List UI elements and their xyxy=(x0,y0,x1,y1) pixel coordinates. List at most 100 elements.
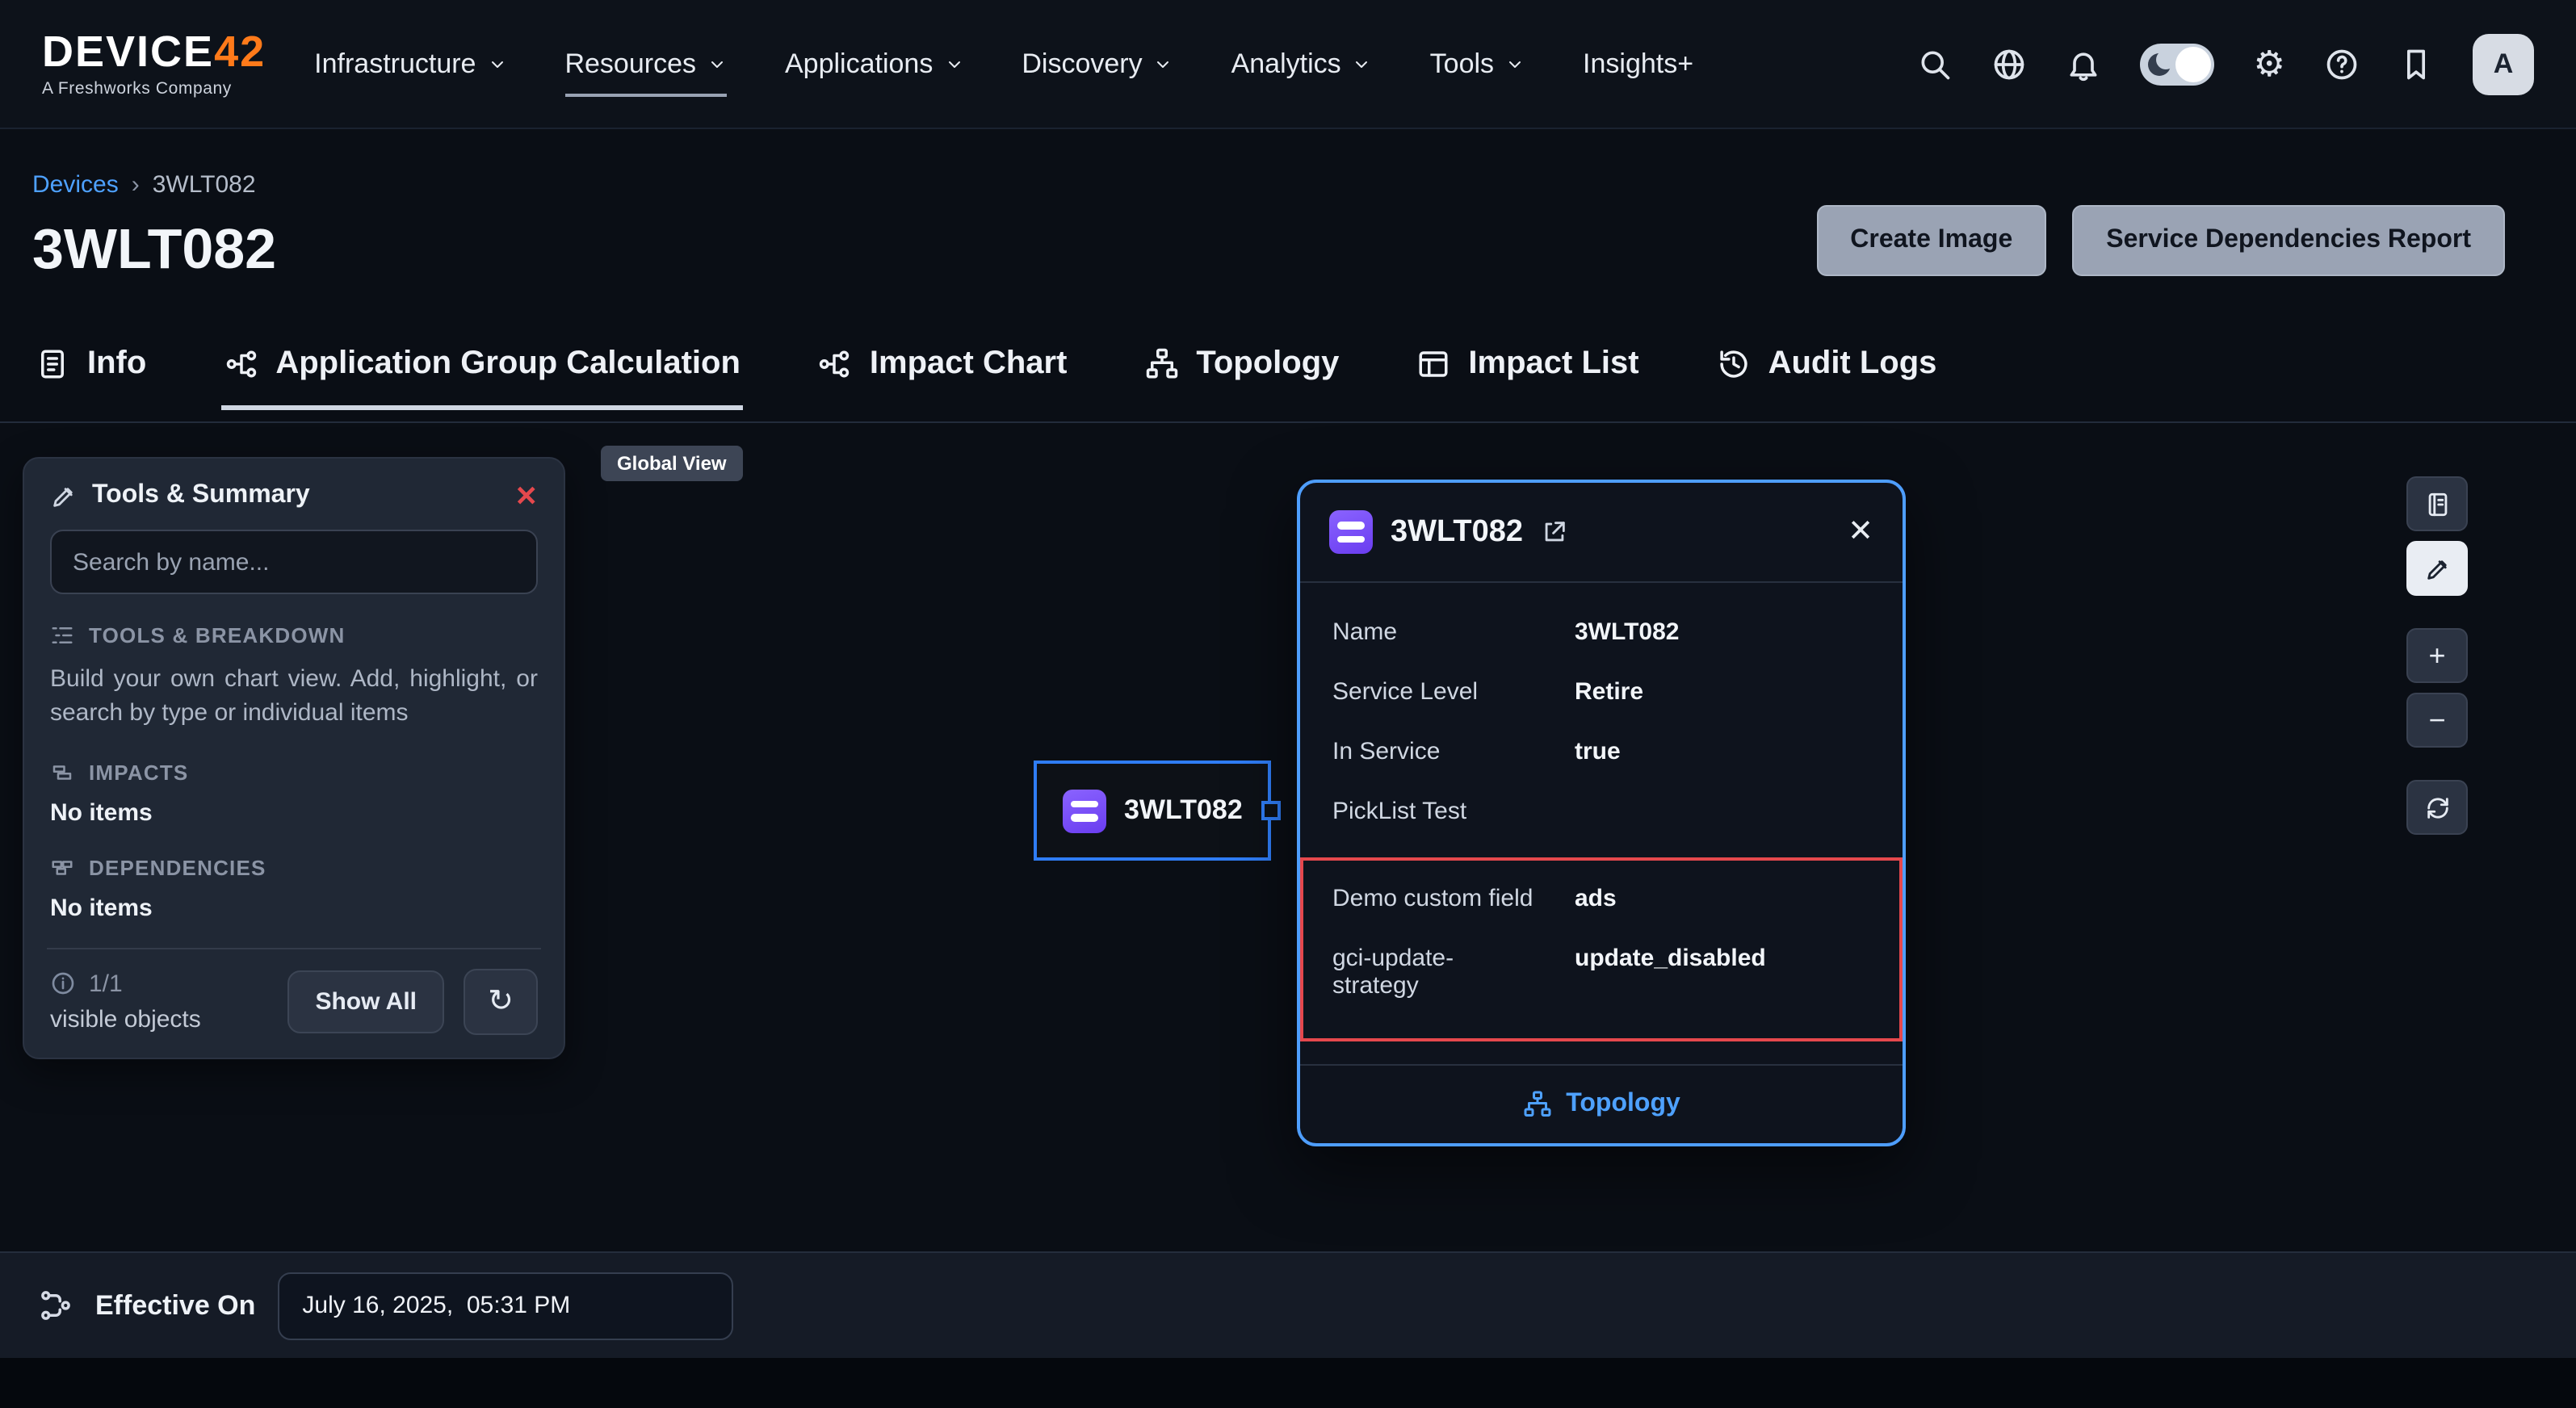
breadcrumb-devices-link[interactable]: Devices xyxy=(32,171,119,199)
spacer xyxy=(2406,757,2468,770)
tab-impact-list[interactable]: Impact List xyxy=(1413,336,1642,410)
tab-topology[interactable]: Topology xyxy=(1141,336,1342,410)
server-icon xyxy=(1329,510,1373,554)
close-icon[interactable]: ✕ xyxy=(1848,517,1873,547)
list-tree-icon xyxy=(50,623,74,647)
nav-item-resources[interactable]: Resources xyxy=(564,35,727,93)
dependencies-empty-text: No items xyxy=(50,894,538,921)
panel-title: Tools & Summary xyxy=(92,481,501,510)
chart-canvas[interactable]: Global View Tools & Summary ✕ TOOLS & BR… xyxy=(0,425,2576,1251)
search-icon[interactable] xyxy=(1918,46,1953,82)
card-header: 3WLT082 ✕ xyxy=(1300,483,1903,583)
globe-icon[interactable] xyxy=(1992,46,2028,82)
tab-impact-chart[interactable]: Impact Chart xyxy=(815,336,1071,410)
tab-audit-logs[interactable]: Audit Logs xyxy=(1714,336,1940,410)
row-label: Name xyxy=(1332,618,1575,646)
detail-row-service-level: Service Level Retire xyxy=(1300,678,1903,706)
toggle-knob xyxy=(2176,46,2212,82)
flow-icon xyxy=(39,1289,73,1322)
refresh-button[interactable]: ↻ xyxy=(464,968,538,1034)
effective-on-bar: Effective On xyxy=(0,1251,2576,1358)
global-view-badge: Global View xyxy=(601,446,743,481)
service-dependencies-report-button[interactable]: Service Dependencies Report xyxy=(2072,205,2505,276)
bell-icon[interactable] xyxy=(2066,46,2102,82)
zoom-out-button[interactable]: − xyxy=(2406,693,2468,748)
bricks-icon xyxy=(50,855,74,879)
nav-item-tools[interactable]: Tools xyxy=(1430,35,1525,93)
card-rows: Name 3WLT082 Service Level Retire In Ser… xyxy=(1300,583,1903,1048)
brand-logo[interactable]: DEVICE42 A Freshworks Company xyxy=(42,30,266,98)
device-detail-card: 3WLT082 ✕ Name 3WLT082 Service Level Ret… xyxy=(1297,480,1906,1146)
search-input[interactable] xyxy=(50,530,538,594)
nav-item-discovery[interactable]: Discovery xyxy=(1022,35,1173,93)
bookmark-icon[interactable] xyxy=(2398,46,2434,82)
dependencies-header: DEPENDENCIES xyxy=(50,855,538,879)
effective-on-datetime-input[interactable] xyxy=(278,1272,733,1339)
highlighter-icon xyxy=(2423,555,2451,582)
chevron-down-icon xyxy=(707,54,727,73)
external-link-icon[interactable] xyxy=(1541,518,1568,546)
chevron-down-icon xyxy=(487,54,506,73)
section-title: TOOLS & BREAKDOWN xyxy=(89,623,346,647)
gear-icon[interactable]: ⚙ xyxy=(2254,46,2285,82)
help-icon[interactable] xyxy=(2324,46,2360,82)
row-label: gci-update-strategy xyxy=(1332,945,1513,999)
close-icon[interactable]: ✕ xyxy=(515,482,539,509)
device-node-3wlt082[interactable]: 3WLT082 xyxy=(1034,761,1272,861)
chevron-down-icon xyxy=(1154,54,1173,73)
topology-link[interactable]: Topology xyxy=(1300,1064,1903,1143)
node-label: 3WLT082 xyxy=(1124,794,1243,827)
moon-icon xyxy=(2149,52,2171,75)
device42-app: DEVICE42 A Freshworks Company Infrastruc… xyxy=(0,0,2576,1408)
divider xyxy=(47,947,541,949)
tools-breakdown-header: TOOLS & BREAKDOWN xyxy=(50,623,538,647)
navbar-utilities: ⚙ A xyxy=(1918,33,2534,94)
book-icon xyxy=(2423,490,2451,518)
nav-label: Analytics xyxy=(1231,48,1341,80)
tab-label: Application Group Calculation xyxy=(275,346,740,383)
tools-summary-panel: Tools & Summary ✕ TOOLS & BREAKDOWN Buil… xyxy=(23,457,565,1058)
impact-chart-icon xyxy=(818,347,852,381)
effective-on-label: Effective On xyxy=(95,1289,255,1322)
panel-footer: 1/1 visible objects Show All ↻ xyxy=(50,968,538,1034)
plus-icon: + xyxy=(2428,639,2445,673)
canvas-side-toolbar: + − xyxy=(2406,476,2468,835)
nav-item-applications[interactable]: Applications xyxy=(785,35,963,93)
visible-caption: visible objects xyxy=(50,1005,268,1033)
tools-breakdown-text: Build your own chart view. Add, highligh… xyxy=(50,662,538,731)
tab-bar: Info Application Group Calculation Impac… xyxy=(0,336,2576,423)
detail-row-gci-update-strategy: gci-update-strategy update_disabled xyxy=(1332,945,1870,999)
avatar[interactable]: A xyxy=(2473,33,2534,94)
highlighter-icon xyxy=(50,482,78,509)
show-all-button[interactable]: Show All xyxy=(287,970,444,1033)
row-label: Demo custom field xyxy=(1332,885,1575,912)
theme-toggle[interactable] xyxy=(2141,43,2215,85)
tab-application-group-calculation[interactable]: Application Group Calculation xyxy=(220,336,744,410)
tab-label: Topology xyxy=(1196,346,1339,383)
nav-item-insights[interactable]: Insights+ xyxy=(1583,35,1693,93)
logo-accent-text: 42 xyxy=(214,27,266,75)
breadcrumb: Devices › 3WLT082 xyxy=(32,171,256,199)
nav-label: Resources xyxy=(564,48,696,80)
legend-button[interactable] xyxy=(2406,476,2468,531)
nav-item-analytics[interactable]: Analytics xyxy=(1231,35,1372,93)
visible-objects-counter: 1/1 visible objects xyxy=(50,970,268,1033)
row-value: 3WLT082 xyxy=(1575,618,1870,646)
spacer xyxy=(2406,606,2468,618)
layers-icon xyxy=(50,760,74,784)
highlight-tool-button[interactable] xyxy=(2406,541,2468,596)
breadcrumb-separator: › xyxy=(132,171,140,199)
sync-icon xyxy=(2423,794,2451,821)
chevron-down-icon xyxy=(944,54,963,73)
nav-label: Discovery xyxy=(1022,48,1142,80)
list-icon xyxy=(1416,347,1450,381)
nav-label: Infrastructure xyxy=(314,48,476,80)
tab-info[interactable]: Info xyxy=(32,336,149,410)
zoom-in-button[interactable]: + xyxy=(2406,628,2468,683)
create-image-button[interactable]: Create Image xyxy=(1816,205,2046,276)
nav-item-infrastructure[interactable]: Infrastructure xyxy=(314,35,506,93)
row-value: ads xyxy=(1575,885,1870,912)
row-label: In Service xyxy=(1332,738,1575,765)
detail-row-name: Name 3WLT082 xyxy=(1300,618,1903,646)
sync-button[interactable] xyxy=(2406,780,2468,835)
